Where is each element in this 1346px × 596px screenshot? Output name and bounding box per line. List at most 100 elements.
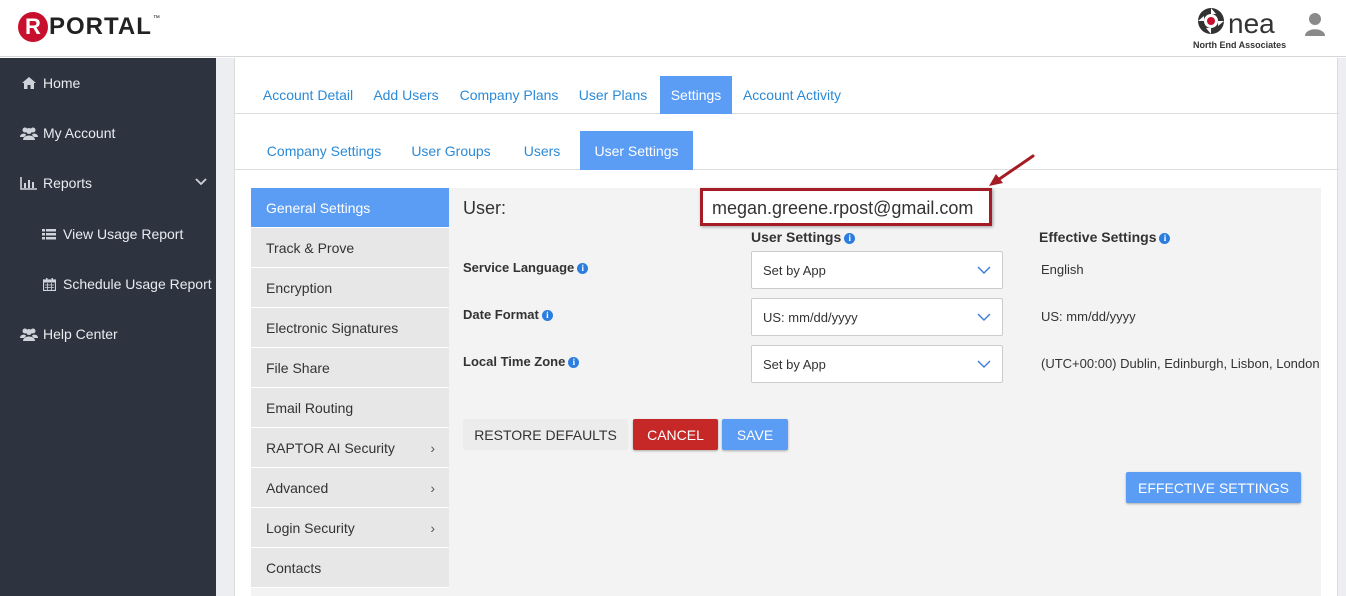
submenu-contacts[interactable]: Contacts	[251, 548, 449, 588]
settings-area: General Settings Track & Prove Encryptio…	[251, 154, 1321, 596]
tab-company-settings[interactable]: Company Settings	[261, 131, 387, 170]
chevron-right-icon: ›	[430, 520, 435, 536]
logo-trademark: ™	[152, 15, 160, 22]
user-profile-icon[interactable]	[1304, 12, 1326, 36]
chevron-down-icon[interactable]	[194, 175, 208, 189]
date-format-select[interactable]: US: mm/dd/yyyy	[751, 298, 1003, 336]
tab-account-activity[interactable]: Account Activity	[741, 76, 843, 114]
service-language-effective: English	[1041, 262, 1084, 277]
sidebar-item-label: View Usage Report	[63, 226, 184, 242]
submenu-label: Contacts	[266, 559, 322, 576]
row-label-text: Service Language	[463, 260, 575, 275]
info-icon[interactable]: i	[577, 263, 589, 275]
logo-letter: R	[18, 12, 48, 42]
effective-settings-button[interactable]: EFFECTIVE SETTINGS	[1126, 472, 1301, 503]
column-heading: Effective Settings	[1039, 229, 1157, 245]
date-format-effective: US: mm/dd/yyyy	[1041, 309, 1136, 324]
select-value: Set by App	[763, 356, 826, 372]
tab-user-plans[interactable]: User Plans	[575, 76, 651, 114]
user-settings-header: User Settings i	[751, 229, 856, 245]
sidebar-item-schedule-usage-report[interactable]: Schedule Usage Report	[0, 264, 216, 304]
info-icon[interactable]: i	[1159, 232, 1171, 244]
cancel-button[interactable]: CANCEL	[633, 419, 718, 450]
select-value: US: mm/dd/yyyy	[763, 309, 858, 325]
partner-subtitle: North End Associates	[1193, 40, 1287, 50]
tab-settings[interactable]: Settings	[660, 76, 732, 114]
tab-users[interactable]: Users	[515, 131, 569, 170]
sidebar-item-reports[interactable]: Reports	[0, 163, 216, 203]
tab-account-detail[interactable]: Account Detail	[253, 76, 363, 114]
user-email: megan.greene.rpost@gmail.com	[712, 198, 974, 218]
home-icon	[20, 75, 38, 91]
submenu-file-share[interactable]: File Share	[251, 348, 449, 388]
row-label-text: Date Format	[463, 307, 539, 322]
column-heading: User Settings	[751, 229, 842, 245]
tab-user-groups[interactable]: User Groups	[405, 131, 497, 170]
chevron-down-icon	[977, 360, 991, 368]
sidebar-item-view-usage-report[interactable]: View Usage Report	[0, 214, 216, 254]
submenu-label: Encryption	[266, 279, 333, 296]
submenu-label: Track & Prove	[266, 239, 355, 256]
submenu-encryption[interactable]: Encryption	[251, 268, 449, 308]
sidebar-item-label: Schedule Usage Report	[63, 276, 212, 292]
submenu-track-prove[interactable]: Track & Prove	[251, 228, 449, 268]
submenu-raptor-ai-security[interactable]: RAPTOR AI Security ›	[251, 428, 449, 468]
chevron-down-icon	[977, 266, 991, 274]
list-icon	[40, 226, 58, 242]
tab-company-plans[interactable]: Company Plans	[457, 76, 561, 114]
annotation-arrow-icon	[989, 154, 1035, 186]
local-time-zone-effective: (UTC+00:00) Dublin, Edinburgh, Lisbon, L…	[1041, 356, 1320, 371]
submenu-general-settings[interactable]: General Settings	[251, 188, 449, 228]
service-language-select[interactable]: Set by App	[751, 251, 1003, 289]
row-label-text: Local Time Zone	[463, 354, 566, 369]
select-value: Set by App	[763, 262, 826, 278]
submenu-label: File Share	[266, 359, 330, 376]
effective-settings-header: Effective Settings i	[1039, 229, 1171, 245]
tab-user-settings[interactable]: User Settings	[580, 131, 693, 170]
rportal-logo[interactable]: R PORTAL ™	[18, 11, 160, 43]
sidebar: Home My Account Reports View Usage Repor…	[0, 58, 216, 596]
sidebar-item-label: My Account	[43, 125, 116, 141]
sidebar-item-my-account[interactable]: My Account	[0, 113, 216, 153]
logo-text: PORTAL	[49, 13, 152, 40]
date-format-label: Date Format i	[463, 307, 553, 322]
submenu-label: Advanced	[266, 479, 329, 496]
info-icon[interactable]: i	[568, 357, 580, 369]
top-bar: R PORTAL ™ nea North End Associates	[0, 0, 1346, 57]
tab-add-users[interactable]: Add Users	[369, 76, 443, 114]
submenu-advanced[interactable]: Advanced ›	[251, 468, 449, 508]
submenu-login-security[interactable]: Login Security ›	[251, 508, 449, 548]
secondary-tabs: Company Settings User Groups Users User …	[235, 131, 1339, 170]
users-icon	[20, 326, 38, 342]
main-content: Account Detail Add Users Company Plans U…	[216, 58, 1346, 596]
sidebar-item-label: Help Center	[43, 326, 118, 342]
users-icon	[20, 125, 38, 141]
partner-logo: nea North End Associates	[1190, 4, 1290, 54]
settings-panel: Account Detail Add Users Company Plans U…	[234, 58, 1339, 596]
submenu-email-routing[interactable]: Email Routing	[251, 388, 449, 428]
service-language-label: Service Language i	[463, 260, 589, 275]
chevron-right-icon: ›	[430, 480, 435, 496]
calendar-icon	[40, 276, 58, 292]
sidebar-item-help-center[interactable]: Help Center	[0, 314, 216, 354]
restore-defaults-button[interactable]: RESTORE DEFAULTS	[463, 419, 628, 450]
settings-submenu: General Settings Track & Prove Encryptio…	[251, 188, 449, 588]
submenu-label: Electronic Signatures	[266, 319, 399, 336]
local-time-zone-select[interactable]: Set by App	[751, 345, 1003, 383]
info-icon[interactable]: i	[844, 232, 856, 244]
sidebar-item-label: Reports	[43, 175, 93, 191]
sidebar-item-home[interactable]: Home	[0, 63, 216, 103]
chevron-right-icon: ›	[430, 440, 435, 456]
submenu-electronic-signatures[interactable]: Electronic Signatures	[251, 308, 449, 348]
chevron-down-icon	[977, 313, 991, 321]
save-button[interactable]: SAVE	[722, 419, 788, 450]
primary-tabs: Account Detail Add Users Company Plans U…	[235, 76, 1339, 114]
nea-aperture-icon	[1198, 8, 1224, 34]
bar-chart-icon	[20, 175, 38, 191]
local-time-zone-label: Local Time Zone i	[463, 354, 580, 369]
user-prefix: User:	[463, 198, 507, 218]
submenu-label: Login Security	[266, 519, 355, 536]
info-icon[interactable]: i	[541, 310, 553, 322]
general-settings-form: User: megan.greene.rpost@gmail.com User …	[449, 154, 1321, 596]
partner-word: nea	[1228, 8, 1275, 39]
